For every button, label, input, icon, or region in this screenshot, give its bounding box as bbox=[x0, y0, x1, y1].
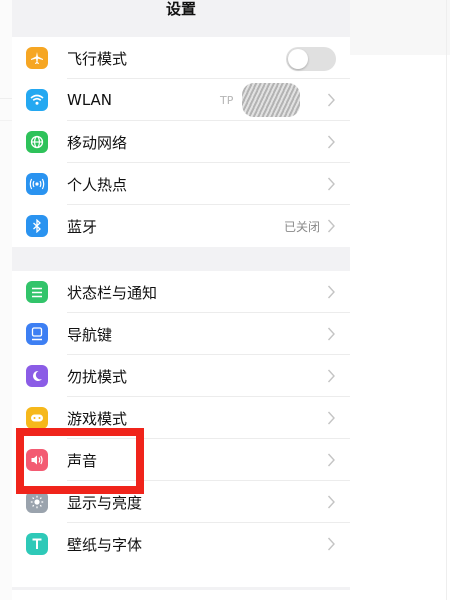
notification-list-icon bbox=[26, 281, 48, 303]
page-right-header-block bbox=[350, 0, 450, 55]
settings-item-navigation-keys[interactable]: 导航键 bbox=[12, 313, 350, 355]
settings-item-label: 导航键 bbox=[67, 325, 113, 344]
navigation-key-icon bbox=[26, 323, 48, 345]
settings-item-game-mode[interactable]: 游戏模式 bbox=[12, 397, 350, 439]
left-margin-divider bbox=[0, 98, 12, 99]
settings-item-label: 游戏模式 bbox=[67, 409, 128, 428]
settings-item-label: WLAN bbox=[67, 91, 113, 109]
chevron-right-icon bbox=[327, 135, 335, 149]
hotspot-icon bbox=[26, 173, 48, 195]
speaker-icon bbox=[26, 449, 48, 471]
settings-item-label: 个人热点 bbox=[67, 175, 128, 194]
page-right-margin bbox=[350, 0, 450, 600]
toggle-knob bbox=[288, 49, 308, 69]
settings-item-label: 飞行模式 bbox=[67, 49, 128, 68]
chevron-right-icon bbox=[327, 537, 335, 551]
text-t-icon bbox=[26, 533, 48, 555]
chevron-right-icon bbox=[327, 93, 335, 107]
chevron-right-icon bbox=[327, 369, 335, 383]
settings-item-wallpaper-font[interactable]: 壁纸与字体 bbox=[12, 523, 350, 565]
chevron-right-icon bbox=[327, 453, 335, 467]
settings-screen: 设置 飞行模式 WLAN TP 移动网络 个人热点 蓝牙 已关闭 状态栏与通知 … bbox=[12, 0, 350, 590]
settings-item-personal-hotspot[interactable]: 个人热点 bbox=[12, 163, 350, 205]
airplane-mode-toggle[interactable] bbox=[286, 47, 336, 71]
chevron-right-icon bbox=[327, 411, 335, 425]
gamepad-icon bbox=[26, 407, 48, 429]
settings-item-status-bar-notifications[interactable]: 状态栏与通知 bbox=[12, 271, 350, 313]
settings-item-airplane-mode[interactable]: 飞行模式 bbox=[12, 37, 350, 79]
wifi-icon bbox=[26, 89, 48, 111]
chevron-right-icon bbox=[327, 495, 335, 509]
settings-item-label: 状态栏与通知 bbox=[67, 283, 158, 302]
chevron-right-icon bbox=[327, 285, 335, 299]
settings-item-label: 显示与亮度 bbox=[67, 493, 143, 512]
page-title: 设置 bbox=[165, 0, 196, 18]
moon-icon bbox=[26, 365, 48, 387]
settings-item-label: 勿扰模式 bbox=[67, 367, 128, 386]
chevron-right-icon bbox=[327, 177, 335, 191]
page-left-margin bbox=[0, 0, 12, 600]
settings-item-label: 声音 bbox=[67, 451, 98, 470]
settings-item-do-not-disturb[interactable]: 勿扰模式 bbox=[12, 355, 350, 397]
bluetooth-icon bbox=[26, 215, 48, 237]
settings-item-label: 移动网络 bbox=[67, 133, 128, 152]
settings-item-sound[interactable]: 声音 bbox=[12, 439, 350, 481]
title-bar: 设置 bbox=[12, 0, 350, 27]
settings-item-bluetooth[interactable]: 蓝牙 已关闭 bbox=[12, 205, 350, 247]
settings-item-wlan[interactable]: WLAN TP bbox=[12, 79, 350, 121]
left-margin-divider bbox=[0, 120, 12, 121]
brightness-icon bbox=[26, 491, 48, 513]
right-margin-divider bbox=[446, 0, 447, 600]
bluetooth-status: 已关闭 bbox=[283, 219, 320, 234]
chevron-right-icon bbox=[327, 219, 335, 233]
settings-item-mobile-network[interactable]: 移动网络 bbox=[12, 121, 350, 163]
settings-item-display-brightness[interactable]: 显示与亮度 bbox=[12, 481, 350, 523]
settings-group-connectivity: 飞行模式 WLAN TP 移动网络 个人热点 蓝牙 已关闭 bbox=[12, 37, 350, 247]
settings-item-label: 壁纸与字体 bbox=[67, 535, 143, 554]
airplane-icon bbox=[26, 47, 48, 69]
redacted-network-name bbox=[242, 83, 300, 117]
globe-icon bbox=[26, 131, 48, 153]
chevron-right-icon bbox=[327, 327, 335, 341]
settings-group-system: 状态栏与通知 导航键 勿扰模式 游戏模式 声音 显示与亮度 壁纸与字体 bbox=[12, 271, 350, 587]
settings-item-label: 蓝牙 bbox=[67, 217, 98, 236]
group-bottom-padding bbox=[12, 565, 350, 587]
wlan-network-name: TP bbox=[220, 93, 234, 107]
